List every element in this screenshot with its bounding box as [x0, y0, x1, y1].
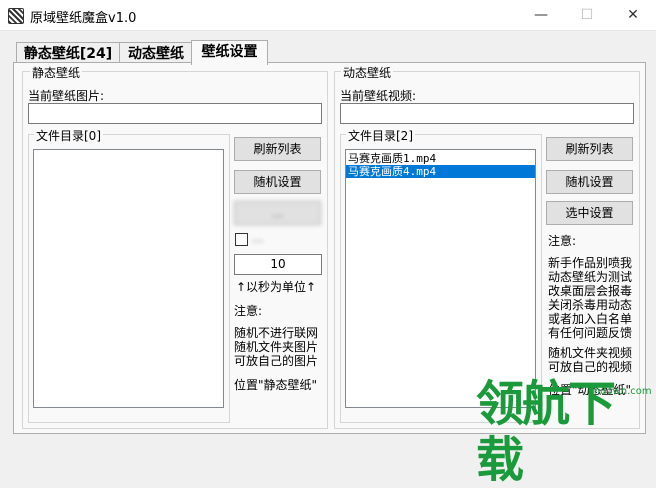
dynamic-note-line: 或者加入白名单 — [548, 312, 633, 326]
dynamic-file-list[interactable]: 马赛克画质1.mp4 马赛克画质4.mp4 — [345, 149, 536, 408]
static-refresh-button[interactable]: 刷新列表 — [234, 137, 321, 161]
unit-hint: ↑以秒为单位↑ — [236, 280, 317, 294]
static-note-line: 随机不进行联网 — [234, 326, 319, 340]
static-location-hint: 位置"静态壁纸" — [234, 378, 318, 392]
tab-wallpaper-settings[interactable]: 壁纸设置 — [191, 40, 268, 65]
static-option-checkbox[interactable] — [235, 233, 248, 246]
static-random-button[interactable]: 随机设置 — [234, 170, 321, 194]
current-image-field[interactable] — [28, 103, 322, 124]
current-video-field[interactable] — [340, 103, 634, 124]
current-image-label: 当前壁纸图片: — [28, 89, 105, 103]
static-note-line: 可放自己的图片 — [234, 354, 319, 368]
static-note-title: 注意: — [234, 304, 263, 318]
dynamic-note-line: 改桌面层会报毒 — [548, 284, 633, 298]
dynamic-select-button[interactable]: 选中设置 — [546, 201, 633, 225]
dynamic-group-title: 动态壁纸 — [341, 64, 394, 81]
dynamic-files-title: 文件目录[2] — [346, 127, 415, 144]
minimize-button[interactable]: — — [518, 0, 564, 30]
app-logo-icon — [8, 8, 24, 24]
dynamic-random-button[interactable]: 随机设置 — [546, 170, 633, 194]
static-obscured-button[interactable]: ... — [234, 201, 321, 225]
title-bar: 原域壁纸魔盒v1.0 — ☐ ✕ — [0, 0, 656, 31]
dynamic-note-line: 动态壁纸为测试 — [548, 270, 633, 284]
static-file-list[interactable] — [33, 149, 224, 408]
static-note-line: 随机文件夹图片 — [234, 340, 319, 354]
static-group-title: 静态壁纸 — [30, 64, 83, 81]
maximize-button[interactable]: ☐ — [564, 0, 610, 30]
list-item[interactable]: 马赛克画质1.mp4 — [346, 152, 535, 165]
static-checkbox-label: ... — [252, 231, 264, 245]
dynamic-note-line: 有任何问题反馈 — [548, 326, 633, 340]
interval-seconds-input[interactable]: 10 — [234, 254, 322, 275]
dynamic-note-line: 可放自己的视频 — [548, 360, 633, 374]
watermark-url: lhdown.com — [591, 386, 652, 397]
dynamic-note-line: 新手作品别喷我 — [548, 256, 633, 270]
list-item-selected[interactable]: 马赛克画质4.mp4 — [346, 165, 535, 178]
window-title: 原域壁纸魔盒v1.0 — [30, 11, 137, 26]
static-files-title: 文件目录[0] — [34, 127, 103, 144]
dynamic-refresh-button[interactable]: 刷新列表 — [546, 137, 633, 161]
current-video-label: 当前壁纸视频: — [340, 89, 417, 103]
dynamic-note-line: 随机文件夹视频 — [548, 346, 633, 360]
close-button[interactable]: ✕ — [610, 0, 656, 30]
dynamic-note-line: 关闭杀毒用动态 — [548, 298, 633, 312]
dynamic-note-title: 注意: — [548, 234, 577, 248]
